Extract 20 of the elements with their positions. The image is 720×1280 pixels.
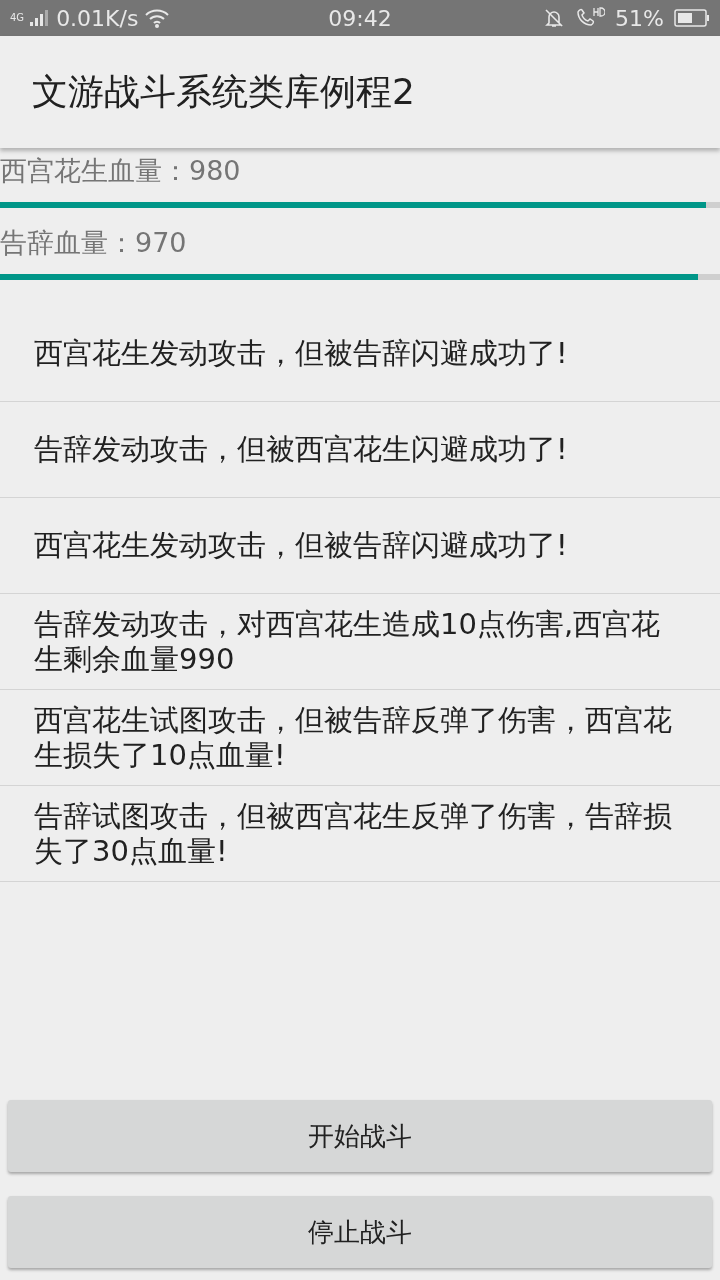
log-entry: 西宫花生试图攻击，但被告辞反弹了伤害，西宫花生损失了10点血量! bbox=[0, 690, 720, 786]
app-title: 文游战斗系统类库例程2 bbox=[32, 69, 415, 114]
log-entry: 西宫花生发动攻击，但被告辞闪避成功了! bbox=[0, 498, 720, 594]
network-type: 4G bbox=[10, 11, 25, 23]
battle-button[interactable]: 停止战斗 bbox=[8, 1196, 712, 1268]
log-entry: 西宫花生发动攻击，但被告辞闪避成功了! bbox=[0, 306, 720, 402]
battery-percent: 51% bbox=[615, 5, 664, 31]
wifi-icon bbox=[144, 7, 171, 29]
health-label: 告辞血量：970 bbox=[0, 227, 187, 258]
log-entry: 告辞发动攻击，对西宫花生造成10点伤害,西宫花生剩余血量990 bbox=[0, 594, 720, 690]
health-label: 西宫花生血量：980 bbox=[0, 155, 241, 186]
phone-hd-icon bbox=[575, 7, 606, 29]
signal-icon bbox=[30, 8, 51, 28]
bell-muted-icon bbox=[543, 7, 566, 29]
clock: 09:42 bbox=[328, 5, 392, 31]
network-speed: 0.01K/s bbox=[56, 5, 139, 31]
battery-icon bbox=[674, 9, 710, 27]
log-entry: 告辞发动攻击，但被西宫花生闪避成功了! bbox=[0, 402, 720, 498]
battle-button[interactable]: 开始战斗 bbox=[8, 1100, 712, 1172]
log-entry: 告辞试图攻击，但被西宫花生反弹了伤害，告辞损失了30点血量! bbox=[0, 786, 720, 882]
